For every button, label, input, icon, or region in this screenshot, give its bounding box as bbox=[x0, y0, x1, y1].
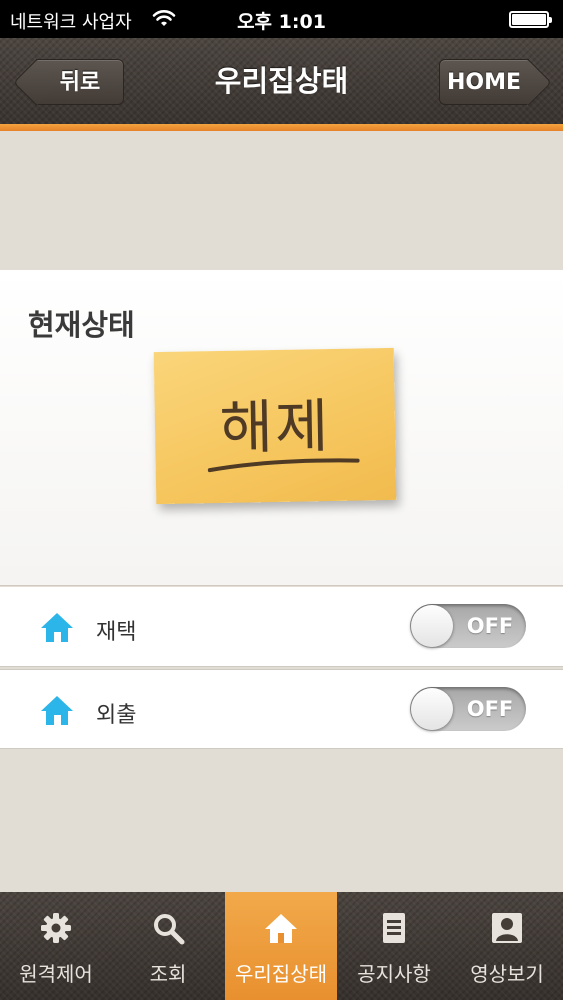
stay-home-toggle[interactable]: OFF bbox=[410, 604, 526, 648]
gear-icon bbox=[41, 913, 71, 943]
document-icon bbox=[383, 913, 405, 943]
current-status-title: 현재상태 bbox=[28, 308, 135, 342]
home-icon bbox=[41, 696, 73, 725]
tab-label: 공지사항 bbox=[357, 962, 431, 986]
tab-bar: 원격제어 조회 우리집상태 공지사항 영상보기 bbox=[0, 892, 563, 1000]
home-button-label: HOME bbox=[446, 70, 522, 95]
tab-label: 우리집상태 bbox=[235, 962, 327, 986]
underline-stroke bbox=[207, 458, 360, 473]
back-button[interactable]: 뒤로 bbox=[36, 59, 124, 105]
mode-row-stay-home: 재택 OFF bbox=[0, 587, 563, 667]
home-icon bbox=[265, 914, 297, 943]
toggle-state: OFF bbox=[466, 697, 514, 721]
home-icon bbox=[41, 613, 73, 642]
current-status-panel: 현재상태 해제 bbox=[0, 270, 563, 586]
person-icon bbox=[492, 913, 522, 943]
tab-notices[interactable]: 공지사항 bbox=[338, 892, 450, 1000]
tab-inquiry[interactable]: 조회 bbox=[112, 892, 224, 1000]
mode-label: 재택 bbox=[96, 620, 137, 645]
clock: 오후 1:01 bbox=[237, 11, 326, 33]
tab-label: 조회 bbox=[149, 962, 187, 986]
tab-video[interactable]: 영상보기 bbox=[451, 892, 563, 1000]
away-toggle[interactable]: OFF bbox=[410, 687, 526, 731]
nav-accent-stripe bbox=[0, 124, 563, 131]
tab-label: 원격제어 bbox=[19, 962, 93, 986]
tab-label: 영상보기 bbox=[470, 962, 544, 986]
home-button[interactable]: HOME bbox=[439, 59, 529, 105]
navigation-bar: 우리집상태 뒤로 HOME bbox=[0, 38, 563, 124]
current-status-value: 해제 bbox=[219, 392, 331, 462]
status-bar: 네트워크 사업자 오후 1:01 bbox=[0, 0, 563, 38]
mode-label: 외출 bbox=[96, 703, 137, 728]
tab-remote-control[interactable]: 원격제어 bbox=[0, 892, 112, 1000]
sticky-note: 해제 bbox=[153, 347, 397, 505]
toggle-knob bbox=[411, 688, 453, 730]
toggle-state: OFF bbox=[466, 614, 514, 638]
search-icon bbox=[154, 914, 185, 945]
toggle-knob bbox=[411, 605, 453, 647]
battery-icon bbox=[509, 11, 552, 28]
mode-row-away: 외출 OFF bbox=[0, 669, 563, 749]
app-screen: 네트워크 사업자 오후 1:01 우리집상태 뒤로 HOME 현재상태 해제 재… bbox=[0, 0, 563, 1000]
back-button-label: 뒤로 bbox=[59, 70, 101, 95]
tab-home-status[interactable]: 우리집상태 bbox=[225, 892, 337, 1000]
